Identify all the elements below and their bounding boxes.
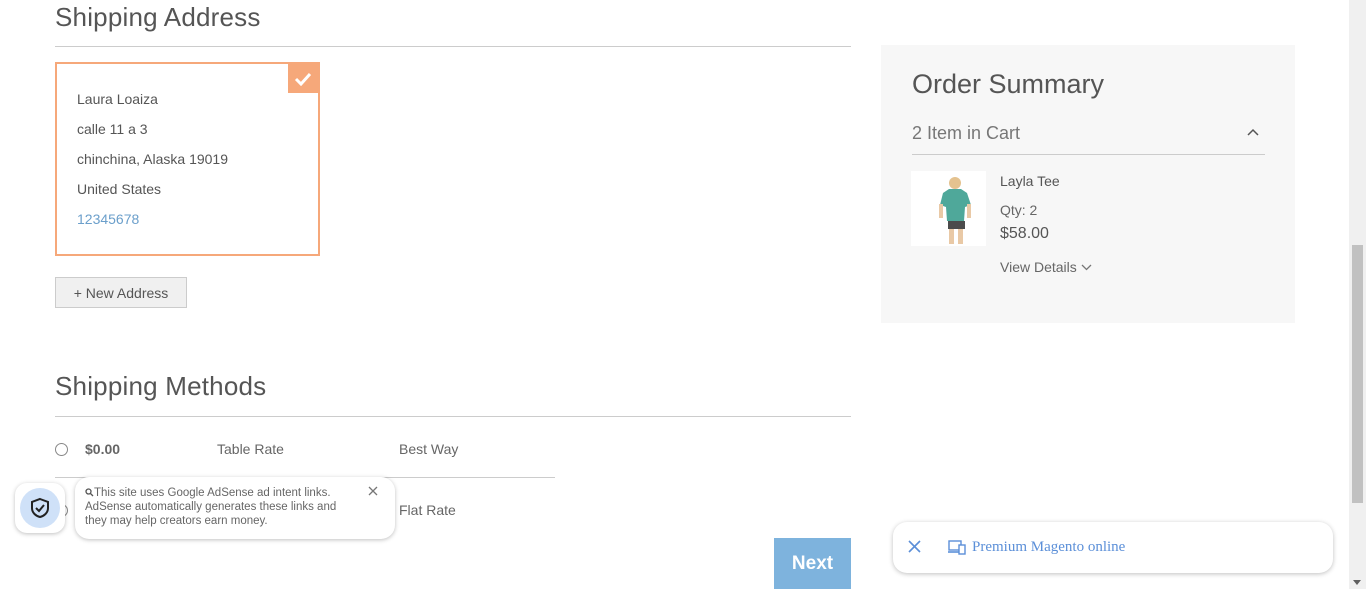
shipping-method-row[interactable]: $0.00 Table Rate Best Way xyxy=(55,437,555,467)
address-phone-link[interactable]: 12345678 xyxy=(77,210,298,240)
ad-privacy-button[interactable] xyxy=(15,483,65,533)
adsense-notice: This site uses Google AdSense ad intent … xyxy=(75,477,395,539)
shipping-method-name: Flat Rate xyxy=(399,502,456,518)
page-scrollbar[interactable] xyxy=(1349,0,1366,589)
premium-banner-text: Premium Magento online xyxy=(972,539,1126,555)
next-button[interactable]: Next xyxy=(774,538,851,589)
product-name: Layla Tee xyxy=(1000,173,1060,189)
premium-magento-banner[interactable]: Premium Magento online xyxy=(893,522,1333,573)
items-count: 2 Item in Cart xyxy=(912,123,1021,143)
shipping-methods-title: Shipping Methods xyxy=(55,371,267,401)
check-icon xyxy=(294,72,312,86)
divider xyxy=(55,416,851,417)
scroll-down-arrow-icon[interactable] xyxy=(1353,580,1361,585)
close-icon[interactable] xyxy=(368,486,378,496)
shipping-method-price: $0.00 xyxy=(85,441,121,457)
shipping-method-radio[interactable] xyxy=(55,443,68,456)
order-summary-panel: Order Summary 2 Item in Cart Layla Tee Q… xyxy=(881,45,1295,323)
product-thumbnail[interactable] xyxy=(911,171,986,246)
items-in-cart-toggle[interactable]: 2 Item in Cart xyxy=(912,123,1265,155)
address-name: Laura Loaiza xyxy=(77,91,158,107)
shipping-address-title: Shipping Address xyxy=(55,2,261,32)
selected-check-badge xyxy=(288,64,318,93)
chevron-down-icon xyxy=(1081,264,1092,270)
search-icon xyxy=(85,488,94,497)
shield-check-icon xyxy=(31,497,49,519)
selected-address-card[interactable]: Laura Loaiza calle 11 a 3 chinchina, Ala… xyxy=(55,62,320,256)
new-address-button[interactable]: + New Address xyxy=(55,277,187,308)
adsense-notice-text: This site uses Google AdSense ad intent … xyxy=(85,487,337,527)
view-details-label: View Details xyxy=(1000,259,1077,275)
product-price: $58.00 xyxy=(1000,225,1049,242)
address-city: chinchina, Alaska 19019 xyxy=(77,151,228,167)
shield-badge xyxy=(20,488,60,528)
shipping-method-carrier: Table Rate xyxy=(217,441,284,457)
divider xyxy=(55,46,851,47)
view-details-toggle[interactable]: View Details xyxy=(1000,259,1092,275)
address-street: calle 11 a 3 xyxy=(77,121,148,137)
shipping-method-name: Best Way xyxy=(399,441,459,457)
order-summary-title: Order Summary xyxy=(912,69,1105,99)
address-country: United States xyxy=(77,181,162,197)
product-qty: Qty: 2 xyxy=(1000,202,1038,218)
close-icon[interactable] xyxy=(908,540,921,553)
scrollbar-thumb[interactable] xyxy=(1352,245,1363,503)
devices-icon xyxy=(948,540,966,555)
tshirt-model-image xyxy=(911,171,986,246)
chevron-up-icon[interactable] xyxy=(1247,128,1259,136)
